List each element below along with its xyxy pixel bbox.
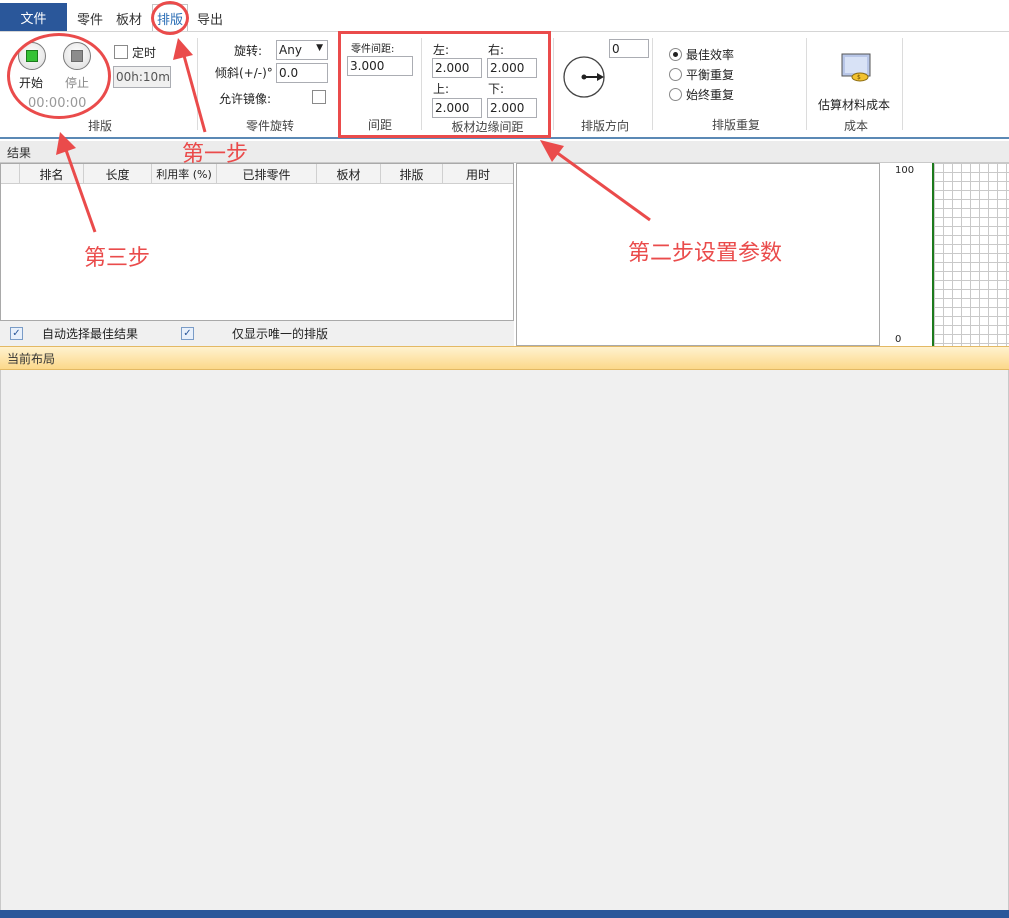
step3-highlight-circle bbox=[7, 33, 111, 119]
results-header: 结果 bbox=[0, 141, 1009, 163]
divider bbox=[806, 38, 807, 130]
direction-angle-input[interactable]: 0 bbox=[609, 39, 649, 58]
results-options: ✓ 自动选择最佳结果 ✓ 仅显示唯一的排版 bbox=[0, 321, 514, 346]
chart-axis-top: 100 bbox=[895, 165, 915, 176]
rotation-select[interactable]: Any ▼ bbox=[276, 40, 328, 60]
cost-group-label: 成本 bbox=[843, 119, 868, 133]
direction-dial[interactable] bbox=[563, 56, 607, 100]
timer-input[interactable]: 00h:10m bbox=[113, 66, 171, 88]
cost-estimate-icon: $ bbox=[841, 53, 871, 82]
radio-always-repeat[interactable] bbox=[669, 88, 682, 101]
col-rank[interactable]: 排名 bbox=[20, 164, 84, 184]
tab-parts[interactable]: 零件 bbox=[77, 6, 103, 30]
tab-export[interactable]: 导出 bbox=[197, 6, 223, 30]
step3-annotation: 第三步 bbox=[84, 246, 151, 271]
layout-canvas[interactable] bbox=[0, 370, 1009, 910]
cost-estimate-button[interactable]: 估算材料成本 bbox=[818, 96, 890, 113]
repeat-group-label: 排版重复 bbox=[711, 118, 760, 132]
utilization-chart: 100 0 bbox=[880, 163, 1009, 346]
mirror-checkbox[interactable] bbox=[312, 90, 326, 104]
tilt-label: 倾斜(+/-)° bbox=[215, 66, 273, 80]
rotation-label: 旋转: bbox=[234, 44, 263, 58]
timer-checkbox[interactable] bbox=[114, 45, 128, 59]
rotation-value: Any bbox=[279, 43, 302, 57]
divider bbox=[553, 38, 554, 130]
results-grid: 排名 长度 利用率 (%) 已排零件 板材 排版 用时 bbox=[0, 163, 514, 321]
step2-highlight-box bbox=[338, 31, 551, 138]
tab-file[interactable]: 文件 bbox=[0, 3, 67, 32]
tilt-input[interactable]: 0.0 bbox=[276, 63, 328, 83]
row-selector-header bbox=[1, 164, 20, 184]
unique-only-checkbox[interactable]: ✓ bbox=[181, 327, 194, 340]
results-panel: 排名 长度 利用率 (%) 已排零件 板材 排版 用时 ✓ 自动选择最佳结果 ✓… bbox=[0, 163, 1009, 346]
chart-grid bbox=[932, 163, 1009, 346]
radio-balanced-repeat[interactable] bbox=[669, 68, 682, 81]
radio-balanced-repeat-label: 平衡重复 bbox=[686, 68, 735, 82]
divider bbox=[902, 38, 903, 130]
radio-best-efficiency-label: 最佳效率 bbox=[686, 48, 735, 62]
direction-group-label: 排版方向 bbox=[580, 119, 629, 133]
mirror-label: 允许镜像: bbox=[219, 92, 272, 106]
radio-always-repeat-label: 始终重复 bbox=[686, 88, 735, 102]
unique-only-label: 仅显示唯一的排版 bbox=[232, 327, 329, 341]
status-bar bbox=[0, 910, 1009, 918]
svg-text:$: $ bbox=[857, 74, 861, 81]
col-sheet[interactable]: 板材 bbox=[317, 164, 381, 184]
current-layout-title: 当前布局 bbox=[7, 352, 56, 366]
col-length[interactable]: 长度 bbox=[84, 164, 152, 184]
divider bbox=[197, 38, 198, 130]
auto-select-checkbox[interactable]: ✓ bbox=[10, 327, 23, 340]
nest-group-label: 排版 bbox=[87, 119, 112, 133]
chart-axis-bottom: 0 bbox=[895, 334, 902, 345]
auto-select-label: 自动选择最佳结果 bbox=[42, 327, 139, 341]
chevron-down-icon: ▼ bbox=[316, 43, 323, 53]
step1-annotation: 第一步 bbox=[182, 142, 249, 167]
timer-label: 定时 bbox=[132, 46, 157, 60]
rotation-group-label: 零件旋转 bbox=[245, 119, 294, 133]
tab-sheets[interactable]: 板材 bbox=[116, 6, 142, 30]
step2-annotation: 第二步设置参数 bbox=[628, 241, 783, 266]
results-grid-header: 排名 长度 利用率 (%) 已排零件 板材 排版 用时 bbox=[1, 164, 513, 184]
step1-highlight-circle bbox=[151, 1, 189, 35]
app-window: 文件 零件 板材 排版 导出 开始 停止 定时 00h:10m 00:00:00… bbox=[0, 0, 1009, 918]
col-layout[interactable]: 排版 bbox=[381, 164, 443, 184]
divider bbox=[652, 38, 653, 130]
radio-best-efficiency[interactable] bbox=[669, 48, 682, 61]
current-layout-header: 当前布局 bbox=[0, 346, 1009, 370]
col-time[interactable]: 用时 bbox=[443, 164, 513, 184]
results-title: 结果 bbox=[7, 146, 32, 160]
